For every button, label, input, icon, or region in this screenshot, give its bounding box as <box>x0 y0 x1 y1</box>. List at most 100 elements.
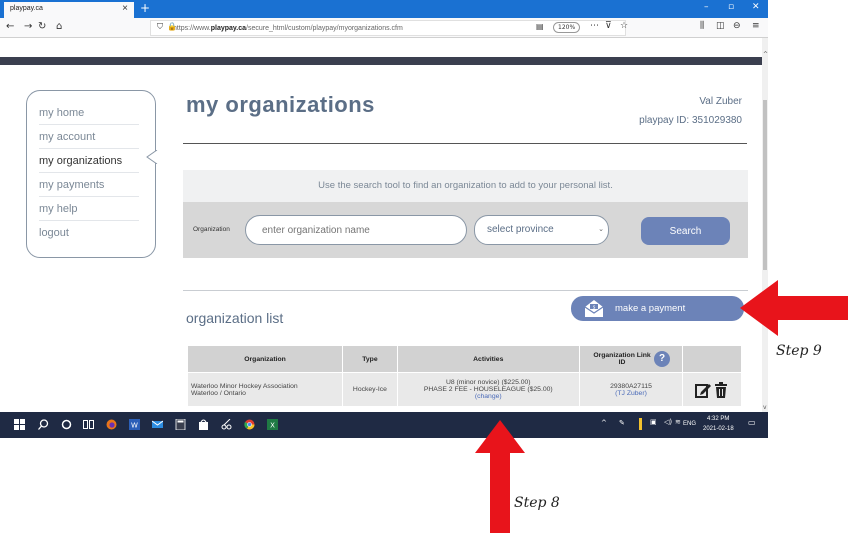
notifications-icon[interactable]: ▭ <box>748 418 756 427</box>
edit-icon[interactable] <box>695 382 712 398</box>
svg-text:$: $ <box>593 305 596 311</box>
bookmark-star-icon[interactable]: ☆ <box>620 21 628 31</box>
snipping-tool-icon[interactable] <box>221 419 232 430</box>
svg-text:W: W <box>131 422 138 430</box>
organization-list-title: organization list <box>186 310 284 326</box>
sidebar-toggle-icon[interactable]: ◫ <box>716 21 725 31</box>
screenshot: playpay.ca × + – ▫ ✕ ← → ↻ ⌂ https://www… <box>0 0 848 533</box>
step8-label: Step 8 <box>514 495 560 511</box>
step9-arrow <box>740 280 848 336</box>
organization-table: Organization Type Activities Organizatio… <box>187 345 742 407</box>
site-header-band <box>0 57 762 65</box>
sidenav-item-account[interactable]: my account <box>39 125 139 149</box>
column-header-activities: Activities <box>397 346 579 372</box>
close-window-icon[interactable]: ✕ <box>752 2 760 12</box>
firefox-icon[interactable] <box>106 419 117 430</box>
province-select[interactable]: select province ⌄ <box>474 215 609 245</box>
scroll-down-icon[interactable]: v <box>763 404 767 411</box>
minimize-icon[interactable]: – <box>704 2 709 12</box>
battery-icon[interactable] <box>639 418 642 430</box>
trash-icon[interactable] <box>713 381 729 398</box>
user-name: Val Zuber <box>699 96 742 107</box>
reader-view-icon[interactable]: ▤ <box>536 22 544 31</box>
input-language[interactable]: ENG <box>683 421 696 427</box>
sidenav-item-home[interactable]: my home <box>39 101 139 125</box>
mail-icon[interactable] <box>152 419 163 430</box>
link-id-header-text: Organization Link ID <box>593 352 651 366</box>
change-activity-link[interactable]: (change) <box>398 393 579 400</box>
cell-actions <box>683 373 741 406</box>
column-header-link-id: Organization Link ID? <box>579 346 683 372</box>
browser-navbar: ← → ↻ ⌂ https://www.playpay.ca/secure_ht… <box>0 18 768 38</box>
library-icon[interactable]: ⫼ <box>700 21 704 31</box>
url-prefix: https://www. <box>173 25 211 32</box>
browser-tab[interactable]: playpay.ca × <box>4 2 134 18</box>
chevron-down-icon: ⌄ <box>598 226 604 233</box>
activity-item: PHASE 2 FEE - HOUSELEAGUE ($25.00) <box>423 386 553 393</box>
cell-type: Hockey-Ice <box>343 373 397 406</box>
page-actions-icon[interactable]: ⋯ <box>590 21 599 31</box>
task-view-icon[interactable] <box>83 419 94 430</box>
pen-icon[interactable]: ✎ <box>619 419 625 427</box>
menu-icon[interactable]: ≡ <box>752 21 760 31</box>
link-user-link[interactable]: (TJ Zuber) <box>580 390 683 397</box>
url-path: /secure_html/custom/playpay/myorganizati… <box>246 25 403 32</box>
zoom-level[interactable]: 120% <box>553 22 581 33</box>
store-icon[interactable] <box>198 419 209 430</box>
lock-icon: 🔒 <box>167 22 177 31</box>
user-playpay-id: playpay ID: 351029380 <box>639 115 742 126</box>
column-header-type: Type <box>343 346 397 372</box>
sidenav-item-payments[interactable]: my payments <box>39 173 139 197</box>
help-icon[interactable]: ? <box>654 351 671 367</box>
step8-arrow <box>475 420 525 533</box>
chevron-up-icon[interactable]: ^ <box>601 419 607 427</box>
new-tab-icon[interactable]: + <box>140 1 150 15</box>
cell-link-id: 29380A27115 (TJ Zuber) <box>579 373 683 406</box>
search-icon[interactable] <box>38 419 49 430</box>
shield-icon[interactable]: ⛉ <box>157 22 163 32</box>
scroll-up-icon[interactable]: ^ <box>763 51 768 58</box>
pocket-icon[interactable]: ⊽ <box>605 21 612 31</box>
organization-search-input[interactable] <box>245 215 467 245</box>
table-row: Waterloo Minor Hockey Association Waterl… <box>188 373 741 406</box>
word-icon[interactable]: W <box>129 419 140 430</box>
network-icon[interactable]: ▣ <box>650 418 657 426</box>
list-divider <box>183 290 748 291</box>
sidenav-item-help[interactable]: my help <box>39 197 139 221</box>
calculator-icon[interactable] <box>175 419 186 430</box>
close-tab-icon[interactable]: × <box>122 3 128 14</box>
tab-title: playpay.ca <box>10 5 43 12</box>
cortana-icon[interactable] <box>61 419 72 430</box>
column-header-actions <box>683 346 741 372</box>
windows-start-icon[interactable] <box>14 419 25 430</box>
url-domain: playpay.ca <box>210 25 247 32</box>
excel-icon[interactable]: X <box>267 419 278 430</box>
sidenav-item-logout[interactable]: logout <box>39 221 139 245</box>
table-header-row: Organization Type Activities Organizatio… <box>188 346 741 372</box>
organization-label: Organization <box>193 226 230 233</box>
forward-icon[interactable]: → <box>24 21 32 32</box>
search-hint: Use the search tool to find an organizat… <box>318 180 613 191</box>
reload-icon[interactable]: ↻ <box>38 21 46 32</box>
wifi-icon[interactable]: ≋ <box>675 418 681 426</box>
account-icon[interactable]: ⊖ <box>733 21 741 31</box>
active-pointer-icon <box>146 150 158 164</box>
home-icon[interactable]: ⌂ <box>56 21 62 32</box>
clock-date[interactable]: 2021-02-18 <box>703 426 734 432</box>
search-button[interactable]: Search <box>641 217 730 245</box>
cell-activities: U8 (minor novice) ($225.00) PHASE 2 FEE … <box>397 373 579 406</box>
cell-organization: Waterloo Minor Hockey Association Waterl… <box>188 373 343 406</box>
volume-icon[interactable]: ◁) <box>664 418 672 426</box>
back-icon[interactable]: ← <box>6 21 14 32</box>
chrome-icon[interactable] <box>244 419 255 430</box>
scrollbar-thumb[interactable] <box>763 100 767 270</box>
sidenav-item-organizations[interactable]: my organizations <box>39 149 139 173</box>
page-title: my organizations <box>186 92 375 117</box>
windows-taskbar: W X ^ ✎ ▣ ◁) ≋ ▭ <box>0 412 768 438</box>
org-name: Waterloo Minor Hockey Association <box>191 382 298 390</box>
link-id-value: 29380A27115 <box>610 382 652 390</box>
maximize-icon[interactable]: ▫ <box>728 2 734 12</box>
svg-text:X: X <box>270 422 275 430</box>
envelope-dollar-icon: $ <box>584 300 604 317</box>
clock-time[interactable]: 4:32 PM <box>707 416 729 422</box>
